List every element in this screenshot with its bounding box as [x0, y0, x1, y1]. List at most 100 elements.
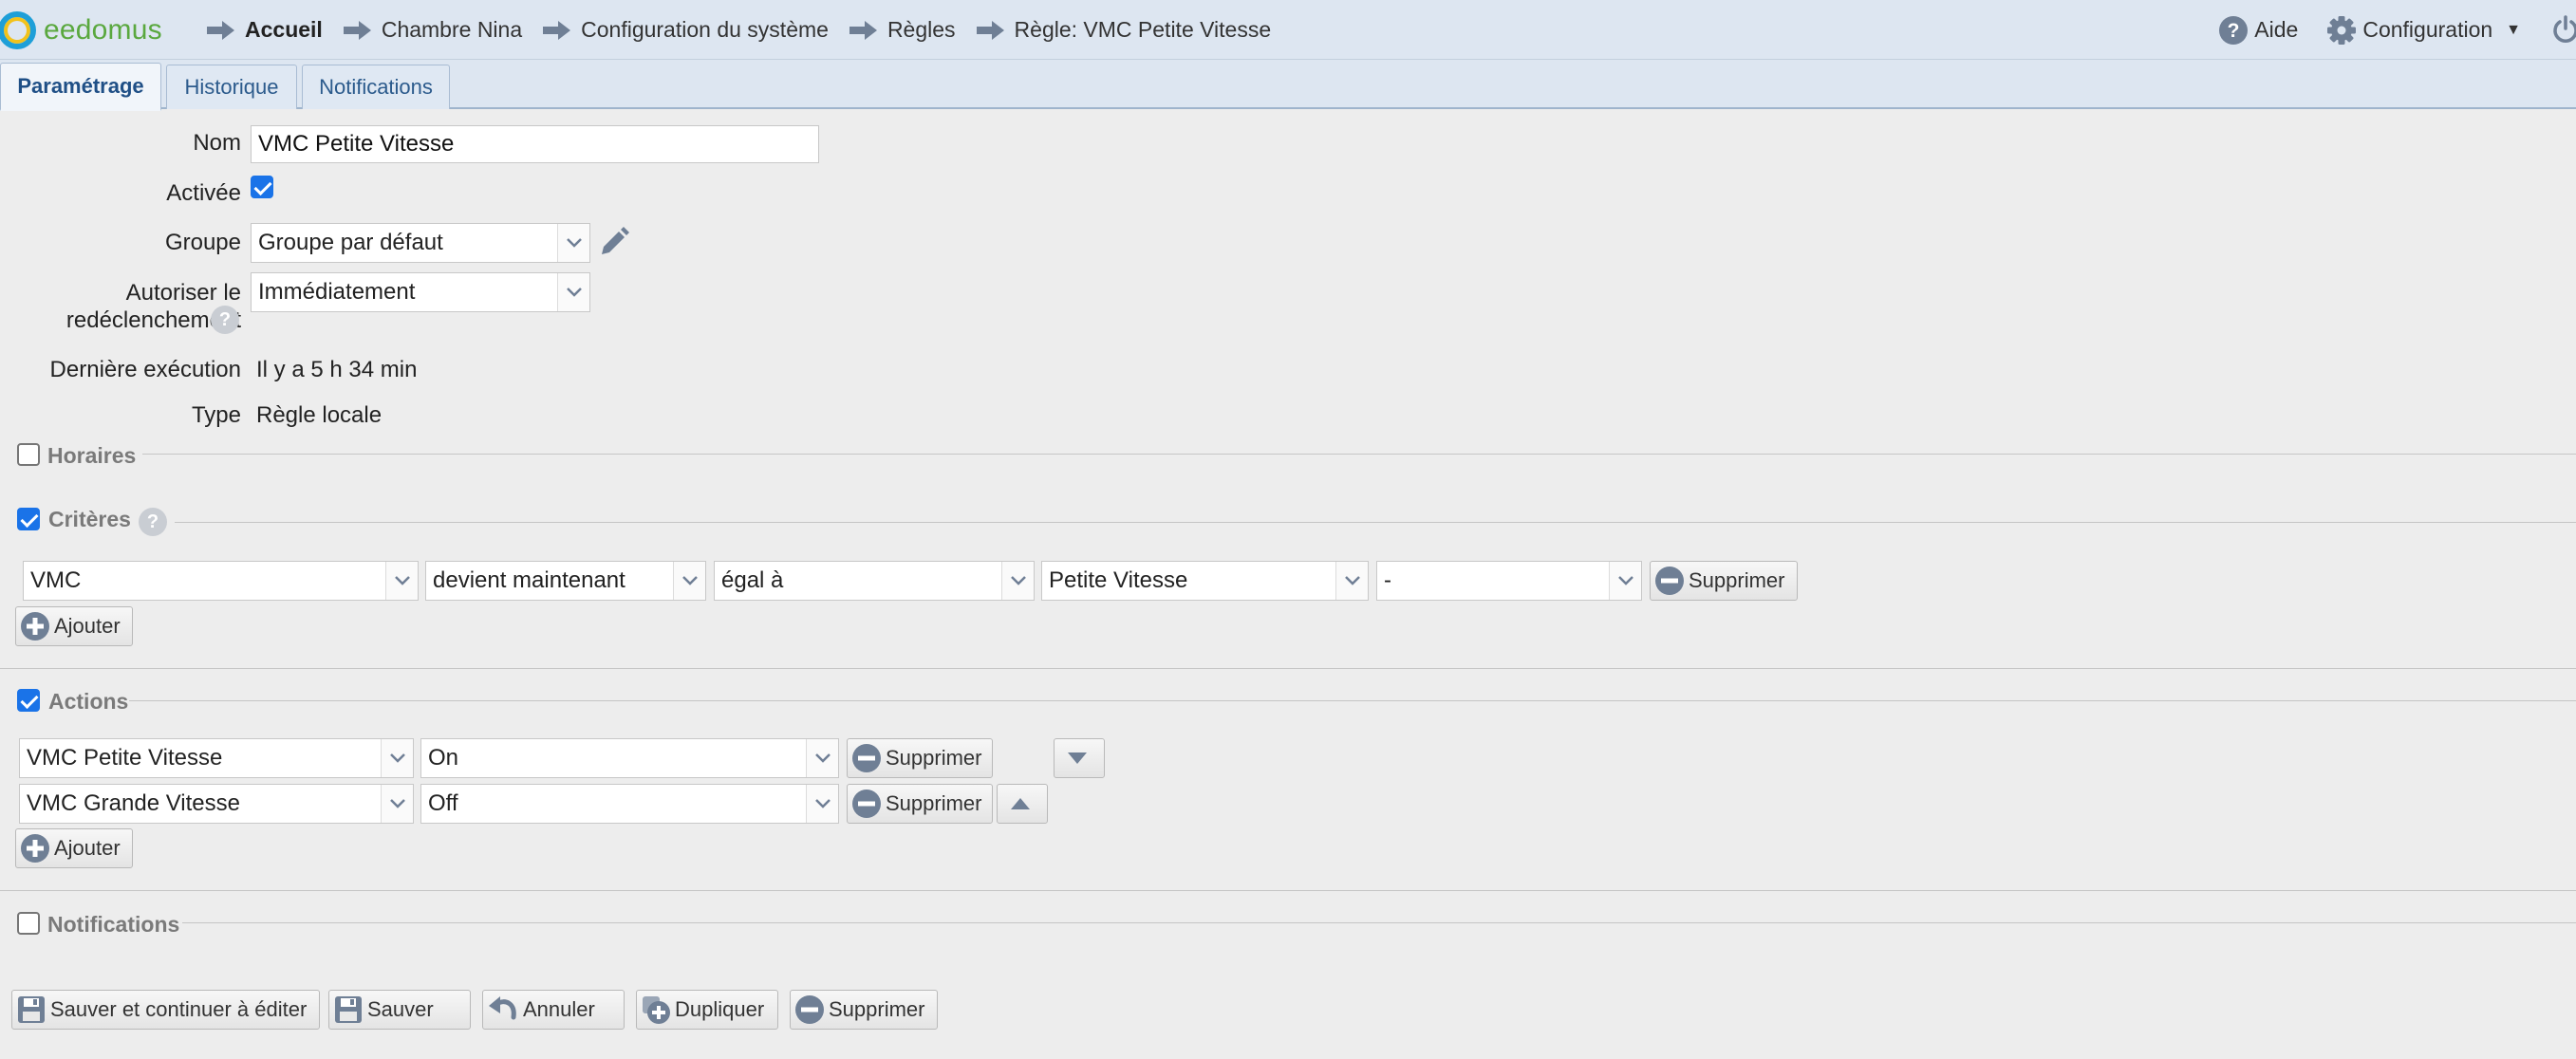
action-value-value: On	[428, 745, 459, 771]
logo-ring-icon	[0, 11, 36, 49]
actions-title: Actions	[48, 689, 129, 714]
notifications-checkbox[interactable]	[17, 912, 40, 935]
power-icon[interactable]	[2549, 14, 2576, 46]
chevron-down-icon	[806, 785, 838, 823]
minus-circle-icon	[852, 790, 881, 818]
activee-checkbox[interactable]	[251, 176, 273, 198]
configuration-menu[interactable]: Configuration ▼	[2326, 15, 2521, 46]
delete-label: Supprimer	[829, 997, 925, 1021]
help-link[interactable]: ? Aide	[2218, 15, 2298, 46]
action-add-button[interactable]: Ajouter	[15, 828, 133, 868]
gear-icon	[2327, 15, 2357, 45]
criteria-device-select[interactable]: VMC	[23, 561, 419, 601]
tab-notifications[interactable]: Notifications	[302, 65, 450, 109]
chevron-down-icon	[381, 785, 413, 823]
chevron-down-icon	[1001, 562, 1034, 600]
eedomus-logo[interactable]: eedomus	[0, 9, 162, 51]
criteria-event-value: devient maintenant	[433, 567, 625, 593]
section-divider	[0, 668, 2576, 669]
criteria-delete-button[interactable]: Supprimer	[1650, 561, 1798, 601]
move-down-button[interactable]	[1054, 738, 1105, 778]
breadcrumb-label: Configuration du système	[581, 17, 829, 42]
criteres-checkbox[interactable]	[17, 508, 40, 530]
breadcrumb-label: Chambre Nina	[381, 17, 523, 42]
duplicate-button[interactable]: Dupliquer	[636, 990, 778, 1030]
add-label: Ajouter	[54, 836, 121, 860]
action-delete-button[interactable]: Supprimer	[847, 738, 993, 778]
section-divider	[182, 922, 2576, 923]
floppy-disk-icon	[18, 996, 45, 1023]
criteria-operator-select[interactable]: égal à	[714, 561, 1035, 601]
configuration-label: Configuration	[2362, 17, 2493, 42]
arrow-right-icon	[543, 20, 571, 40]
cancel-button[interactable]: Annuler	[482, 990, 625, 1030]
floppy-disk-icon	[335, 996, 362, 1023]
tab-parametrage[interactable]: Paramétrage	[0, 63, 161, 111]
criteria-add-button[interactable]: Ajouter	[15, 606, 133, 646]
breadcrumb: Accueil Chambre Nina Configuration du sy…	[207, 0, 1292, 60]
action-value-select[interactable]: On	[420, 738, 839, 778]
chevron-down-icon	[806, 739, 838, 777]
breadcrumb-item-regles[interactable]: Règles	[849, 17, 956, 43]
groupe-label: Groupe	[164, 230, 241, 255]
derniere-execution-value: Il y a 5 h 34 min	[256, 357, 418, 382]
redeclenchement-select[interactable]: Immédiatement	[251, 272, 590, 312]
redeclenchement-label-line1: Autoriser le	[125, 280, 241, 306]
action-value-select[interactable]: Off	[420, 784, 839, 824]
section-divider	[0, 890, 2576, 891]
minus-circle-icon	[852, 744, 881, 772]
delete-rule-button[interactable]: Supprimer	[790, 990, 938, 1030]
chevron-down-icon	[1335, 562, 1368, 600]
duplicate-label: Dupliquer	[675, 997, 765, 1021]
help-icon[interactable]: ?	[139, 508, 167, 536]
arrow-right-icon	[343, 20, 371, 40]
help-icon[interactable]: ?	[211, 306, 239, 334]
plus-circle-icon	[21, 834, 49, 863]
arrow-right-icon	[976, 20, 1004, 40]
type-value: Règle locale	[256, 402, 383, 428]
criteria-extra-value: -	[1384, 567, 1391, 593]
action-device-select[interactable]: VMC Petite Vitesse	[19, 738, 414, 778]
arrow-right-icon	[849, 20, 877, 40]
action-value-value: Off	[428, 790, 458, 816]
delete-label: Supprimer	[886, 746, 982, 770]
cancel-label: Annuler	[523, 997, 595, 1021]
criteria-value-select[interactable]: Petite Vitesse	[1041, 561, 1369, 601]
type-label: Type	[191, 402, 241, 428]
breadcrumb-item-accueil[interactable]: Accueil	[207, 17, 323, 43]
breadcrumb-item-configuration[interactable]: Configuration du système	[543, 17, 829, 43]
nom-label: Nom	[193, 130, 241, 156]
nom-input[interactable]	[251, 125, 819, 163]
add-label: Ajouter	[54, 614, 121, 638]
breadcrumb-label: Règles	[887, 17, 956, 42]
save-button[interactable]: Sauver	[328, 990, 471, 1030]
chevron-down-icon	[673, 562, 705, 600]
section-divider	[142, 454, 2576, 455]
chevron-down-icon	[557, 224, 589, 262]
criteria-operator-value: égal à	[721, 567, 784, 593]
criteria-value-value: Petite Vitesse	[1049, 567, 1188, 593]
breadcrumb-item-chambre[interactable]: Chambre Nina	[343, 17, 523, 43]
triangle-up-icon	[1011, 798, 1030, 809]
action-delete-button[interactable]: Supprimer	[847, 784, 993, 824]
top-right-menu: ? Aide Configuration ▼	[2218, 0, 2576, 60]
groupe-select[interactable]: Groupe par défaut	[251, 223, 590, 263]
move-up-button[interactable]	[997, 784, 1048, 824]
criteria-event-select[interactable]: devient maintenant	[425, 561, 706, 601]
arrow-right-icon	[207, 20, 234, 40]
delete-label: Supprimer	[1689, 568, 1785, 592]
horaires-title: Horaires	[47, 443, 137, 468]
save-label: Sauver	[367, 997, 434, 1021]
horaires-checkbox[interactable]	[17, 443, 40, 466]
pencil-edit-icon[interactable]	[596, 226, 630, 260]
help-label: Aide	[2254, 17, 2299, 42]
help-circle-icon: ?	[2219, 15, 2249, 45]
criteria-extra-select[interactable]: -	[1376, 561, 1642, 601]
breadcrumb-item-regle: Règle: VMC Petite Vitesse	[976, 17, 1271, 43]
save-continue-button[interactable]: Sauver et continuer à éditer	[11, 990, 320, 1030]
tab-historique[interactable]: Historique	[166, 65, 297, 109]
action-device-select[interactable]: VMC Grande Vitesse	[19, 784, 414, 824]
notifications-title: Notifications	[47, 912, 180, 937]
groupe-value: Groupe par défaut	[258, 230, 443, 255]
actions-checkbox[interactable]	[17, 689, 40, 712]
